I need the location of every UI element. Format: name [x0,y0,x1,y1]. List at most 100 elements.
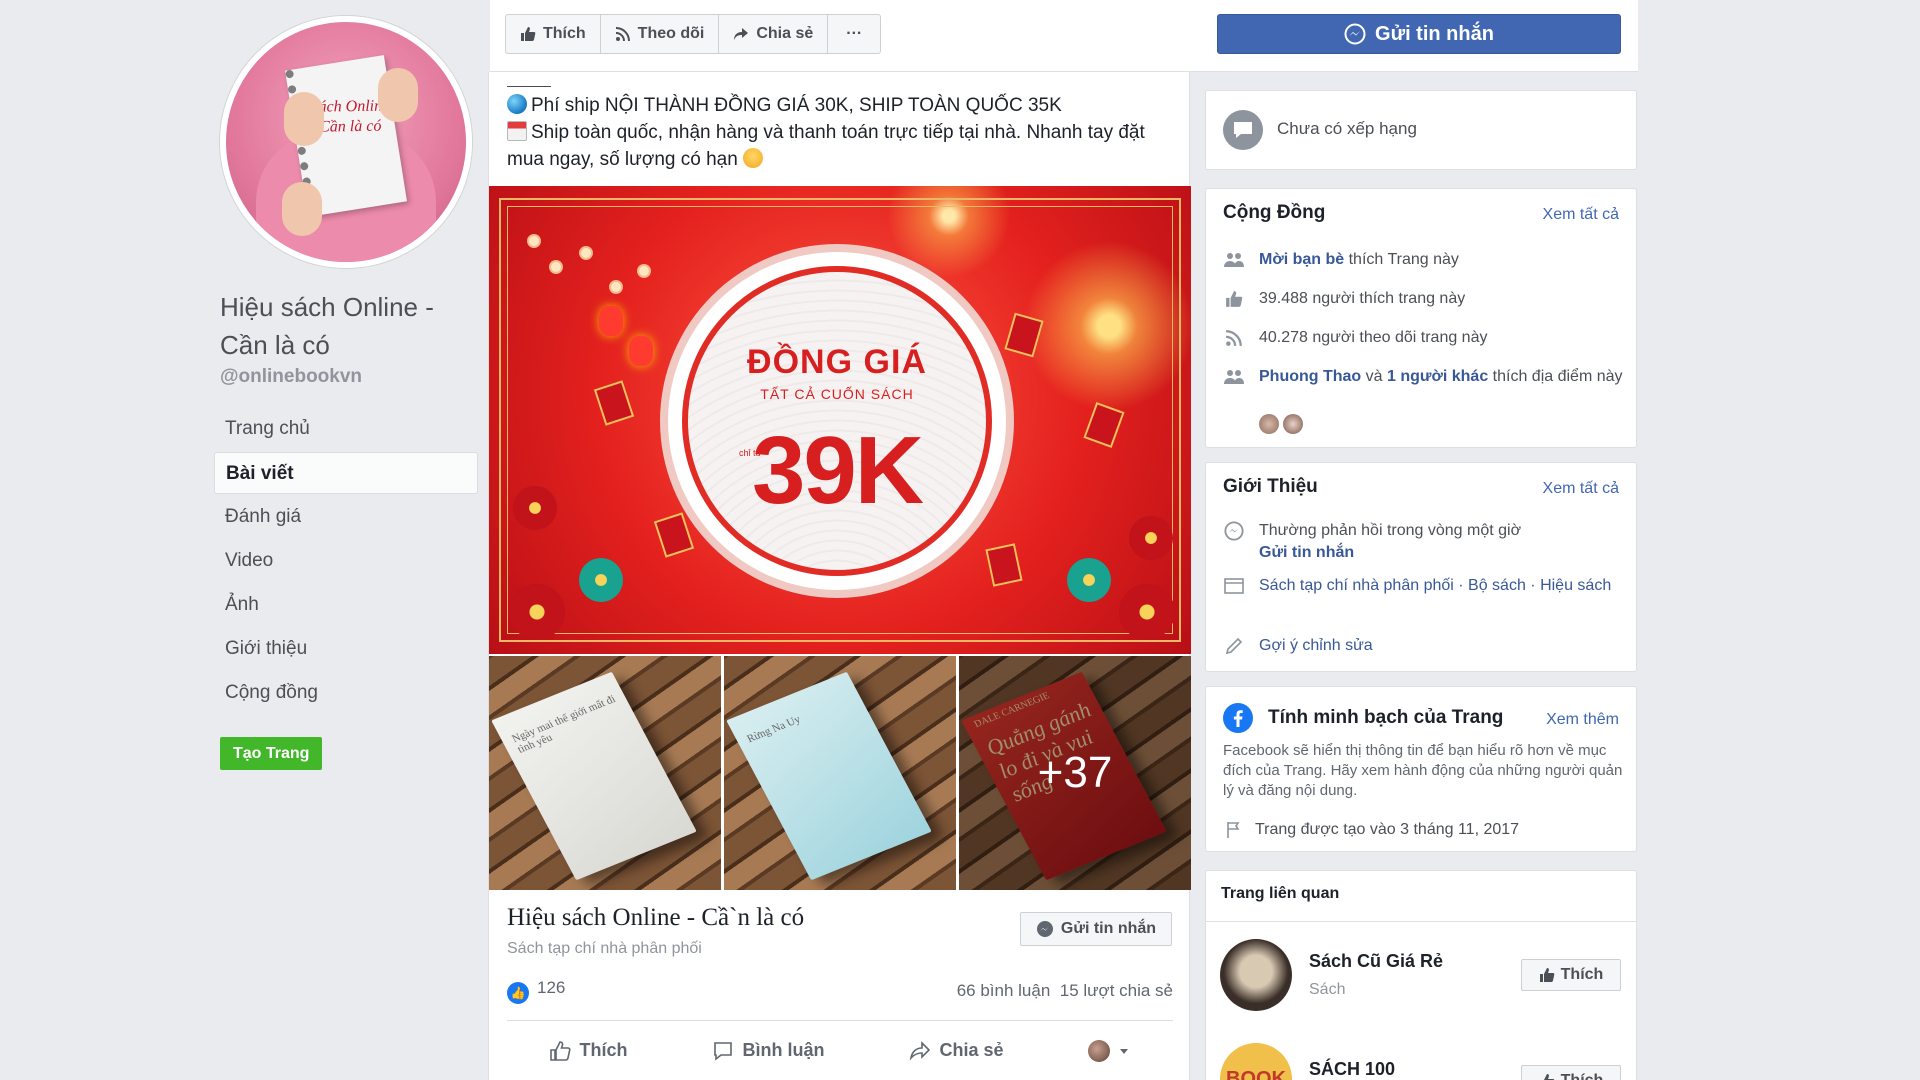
share-arrow-icon [910,1040,931,1061]
nav-item-reviews[interactable]: Đánh giá [214,496,478,538]
page-followers-row: 40.278 người theo dõi trang này [1223,327,1623,349]
about-title: Giới Thiệu [1223,476,1318,497]
related-page-1-name[interactable]: Sách Cũ Giá Rẻ [1309,951,1443,972]
post-stats: 👍 126 66 bình luận 15 lượt chia sẻ [507,978,1173,1004]
post-divider [507,86,551,87]
response-time-label: Thường phản hồi trong vòng một giờ [1259,522,1522,539]
invite-friends-link[interactable]: Mời bạn bè [1259,251,1344,268]
page-likes-text: 39.488 người thích trang này [1259,290,1466,307]
categories-links[interactable]: Sách tạp chí nhà phân phối · Bộ sách · H… [1259,575,1611,597]
page-nav: Trang chủ Bài viết Đánh giá Video Ảnh Gi… [214,408,478,716]
reaction-count: 126 [537,978,566,997]
related-page-2-name[interactable]: SÁCH 100 [1309,1059,1395,1080]
like-page-button[interactable]: Thích [506,15,601,53]
related-pages-title: Trang liên quan [1221,885,1340,902]
friend-avatar-2[interactable] [1283,414,1303,434]
send-message-label: Gửi tin nhắn [1375,22,1494,45]
post-share-button[interactable]: Chia sẻ [909,1040,1003,1062]
more-options-button[interactable]: ··· [828,15,880,53]
friend-others-link[interactable]: 1 người khác [1387,368,1488,385]
post-card: Phí ship NỘI THÀNH ĐỒNG GIÁ 30K, SHIP TO… [488,72,1191,1080]
post-like-button[interactable]: Thích [549,1040,627,1062]
invite-friends-row: Mời bạn bè thích Trang này [1223,249,1623,271]
community-card: Cộng Đồng Xem tất cả Mời bạn bè thích Tr… [1205,188,1637,448]
nav-item-about[interactable]: Giới thiệu [214,628,478,670]
messenger-icon [1344,23,1366,45]
transparency-see-more-link[interactable]: Xem thêm [1546,711,1619,729]
send-message-button[interactable]: Gửi tin nhắn [1217,14,1621,54]
more-dots-icon: ··· [846,25,863,42]
flower-left-2 [579,558,623,602]
blossom-5 [639,266,649,276]
thumbs-up-icon [1223,288,1245,310]
related-page-1-like-button[interactable]: Thích [1521,959,1621,991]
caret-down-icon [1120,1048,1129,1054]
about-see-all-link[interactable]: Xem tất cả [1543,480,1619,498]
friend-avatar-1[interactable] [1259,414,1279,434]
nav-item-home[interactable]: Trang chủ [214,408,478,450]
hero-price: 39K [751,417,924,524]
friends-icon [1223,366,1245,388]
book-cover-1: Ngày mai thế giới mất đi tình yêu [491,671,697,881]
related-page-2-avatar[interactable]: BOOK [1220,1043,1292,1080]
friend-name-link[interactable]: Phuong Thao [1259,368,1361,385]
related-pages-card: Trang liên quan Sách Cũ Giá Rẻ Sách Thíc… [1205,870,1637,1080]
related-page-2-like-button[interactable]: Thích [1521,1065,1621,1080]
blossom-4 [611,282,621,292]
thumbs-up-outline-icon [550,1040,572,1061]
comment-count[interactable]: 66 bình luận [957,981,1051,1000]
share-arrow-icon [734,28,749,40]
related-page-1-avatar[interactable] [1220,939,1292,1011]
blossom-2 [551,262,561,272]
related-page-1-category: Sách [1309,981,1346,998]
post-thumbnail-3[interactable]: DALE CARNEGIE Quẳng gánh lo đi và vui số… [959,656,1191,890]
more-photos-overlay[interactable]: +37 [959,656,1191,890]
transparency-description: Facebook sẽ hiển thị thông tin để bạn hi… [1223,742,1623,799]
page-handle[interactable]: @onlinebookvn [220,366,362,388]
community-see-all-link[interactable]: Xem tất cả [1543,206,1619,224]
shared-page-category: Sách tạp chí nhà phân phối [507,940,702,957]
post-comment-button[interactable]: Bình luận [712,1040,824,1062]
pencil-icon [1223,635,1245,657]
nav-item-posts[interactable]: Bài viết [214,452,478,494]
post-like-label: Thích [579,1040,628,1060]
related-page-2-avatar-text: BOOK [1226,1067,1286,1080]
page-likes-row: 39.488 người thích trang này [1223,288,1623,310]
friends-like-rest: thích địa điểm này [1488,368,1623,385]
post-as-selector[interactable] [1088,1039,1130,1062]
blossom-1 [529,236,539,246]
nav-item-videos[interactable]: Video [214,540,478,582]
shared-page-title[interactable]: Hiệu sách Online - Cầ`n là có [507,904,804,932]
share-page-button[interactable]: Chia sẻ [719,15,829,53]
page-created-text: Trang được tạo vào 3 tháng 11, 2017 [1255,821,1520,838]
related-page-2-like-label: Thích [1561,1072,1604,1080]
post-thumbnail-grid: Ngày mai thế giới mất đi tình yêu Rừng N… [489,656,1191,890]
page-profile-picture[interactable]: Sách Online Cần là có [220,16,472,268]
review-bubble-icon [1223,110,1263,150]
lantern-2 [629,336,653,366]
post-thumbnail-1[interactable]: Ngày mai thế giới mất đi tình yêu [489,656,721,890]
about-send-message-link[interactable]: Gửi tin nhắn [1259,544,1354,561]
invite-friends-rest: thích Trang này [1344,251,1459,268]
follow-page-button[interactable]: Theo dõi [601,15,720,53]
surprised-emoji-icon [743,148,764,168]
post-send-message-button[interactable]: Gửi tin nhắn [1020,912,1172,946]
related-page-1-like-label: Thích [1560,966,1604,983]
friend-avatars [1259,414,1307,439]
suggest-edit-link[interactable]: Gợi ý chỉnh sửa [1259,635,1373,657]
post-thumbnail-2[interactable]: Rừng Na Uy [724,656,956,890]
reaction-summary[interactable]: 👍 126 [507,978,565,1004]
page-name[interactable]: Hiệu sách Online - Cần là có [220,288,480,364]
book-cover-1-title: Ngày mai thế giới mất đi tình yêu [509,693,618,756]
like-page-label: Thích [543,25,586,42]
share-count[interactable]: 15 lượt chia sẻ [1060,981,1173,1000]
left-column: Sách Online Cần là có Hiệu sách Online -… [210,0,478,1080]
create-page-button[interactable]: Tạo Trang [220,737,323,770]
suggest-edit-row: Gợi ý chỉnh sửa [1223,635,1623,657]
nav-item-photos[interactable]: Ảnh [214,584,478,626]
post-line-1-text: Phí ship NỘI THÀNH ĐỒNG GIÁ 30K, SHIP TO… [531,95,1062,116]
nav-item-community[interactable]: Cộng đồng [214,672,478,714]
post-send-message-label: Gửi tin nhắn [1060,920,1157,937]
avatar-hand-bottom [282,182,322,236]
post-main-image[interactable]: ĐỒNG GIÁ TẤT CẢ CUỐN SÁCH chỉ từ 39K [489,186,1191,654]
